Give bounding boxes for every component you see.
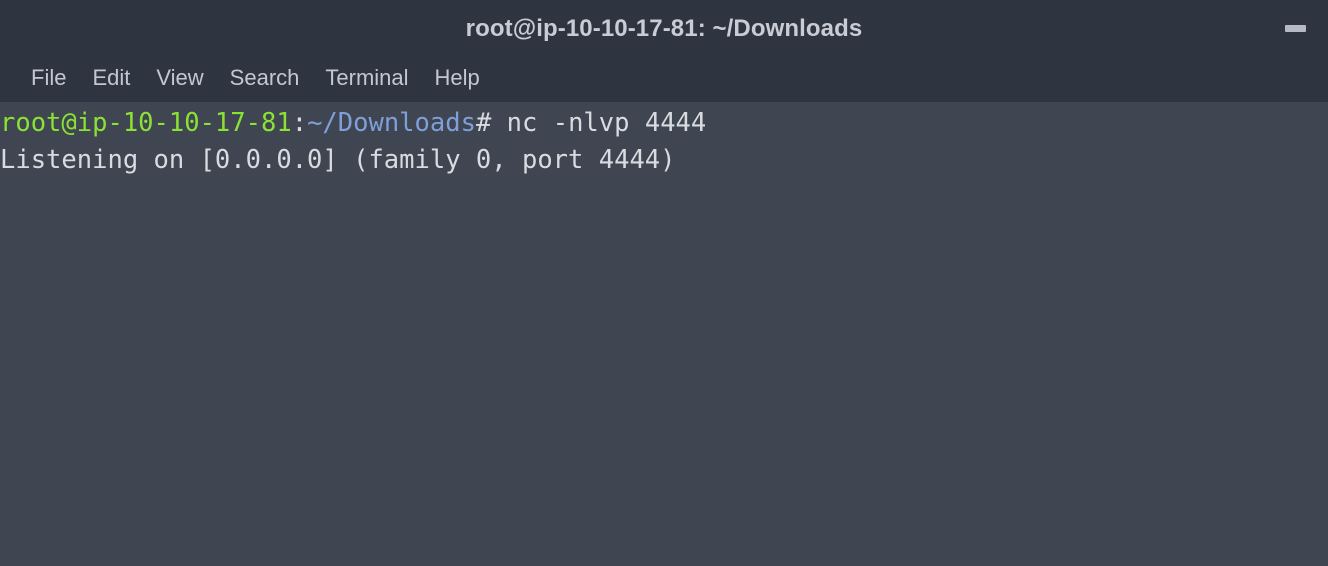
minimize-button[interactable] [1279,17,1313,39]
terminal-window: root@ip-10-10-17-81: ~/Downloads File Ed… [0,0,1328,566]
menu-bar: File Edit View Search Terminal Help [0,55,1328,102]
prompt-symbol: # [475,108,507,138]
menu-item-search[interactable]: Search [217,62,313,96]
terminal-command: nc -nlvp 4444 [506,108,707,138]
terminal-prompt-line: root@ip-10-10-17-81:~/Downloads# nc -nlv… [0,105,1328,142]
menu-item-terminal[interactable]: Terminal [312,62,421,96]
menu-item-view[interactable]: View [143,62,216,96]
title-bar[interactable]: root@ip-10-10-17-81: ~/Downloads [0,0,1328,55]
window-title: root@ip-10-10-17-81: ~/Downloads [465,15,863,42]
terminal-output-area[interactable]: root@ip-10-10-17-81:~/Downloads# nc -nlv… [0,102,1328,566]
minimize-icon [1285,25,1306,32]
terminal-output-text: Listening on [0.0.0.0] (family 0, port 4… [0,145,676,175]
menu-item-edit[interactable]: Edit [79,62,143,96]
prompt-user-host: root@ip-10-10-17-81 [0,108,292,138]
terminal-output-line: Listening on [0.0.0.0] (family 0, port 4… [0,142,1328,179]
menu-item-file[interactable]: File [18,62,79,96]
menu-item-help[interactable]: Help [422,62,493,96]
prompt-path: ~/Downloads [307,108,476,138]
prompt-separator: : [291,108,308,138]
